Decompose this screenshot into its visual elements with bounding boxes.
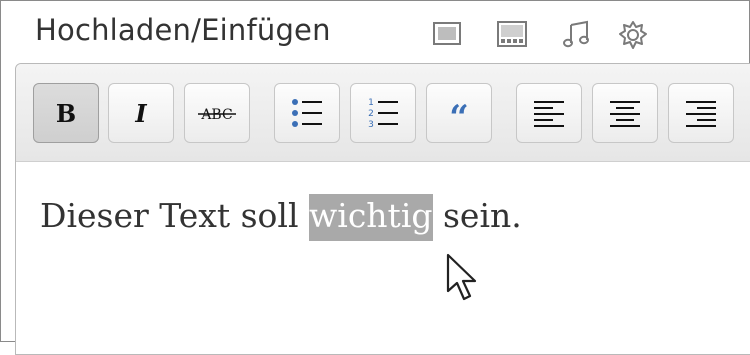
mouse-pointer-icon [446,253,477,301]
visual-editor: B I ABC 1 2 3 “ Dieser Text soll wichtig… [15,63,750,355]
media-icon[interactable] [617,19,647,49]
align-left-button[interactable] [516,83,582,143]
upload-insert-label: Hochladen/Einfügen [35,13,331,47]
audio-icon[interactable] [561,19,591,49]
blockquote-button[interactable]: “ [426,83,492,143]
align-right-button[interactable] [668,83,734,143]
upload-insert-bar: Hochladen/Einfügen [1,1,749,63]
bullet-list-icon [292,99,322,127]
strikethrough-icon: ABC [198,107,236,123]
svg-text:“: “ [449,98,469,131]
video-icon[interactable] [496,19,527,49]
italic-button[interactable]: I [108,83,174,143]
numbered-list-button[interactable]: 1 2 3 [350,83,416,143]
editor-text-before: Dieser Text soll [40,196,310,235]
italic-icon: I [134,99,147,128]
align-left-icon [534,101,564,127]
formatting-toolbar: B I ABC 1 2 3 “ [16,64,750,162]
numbered-list-icon: 1 2 3 [368,98,398,130]
svg-text:1: 1 [368,98,374,108]
align-center-icon [610,101,640,127]
image-icon[interactable] [432,19,462,49]
svg-text:3: 3 [368,120,374,130]
bold-icon: B [56,99,76,128]
align-center-button[interactable] [592,83,658,143]
align-right-icon [686,101,716,127]
quote-icon: “ [449,98,469,131]
svg-text:I: I [134,99,147,128]
svg-text:2: 2 [368,109,374,119]
editor-window: Hochladen/Einfügen B I ABC 1 2 3 “ Diese… [0,0,750,355]
svg-text:B: B [56,99,76,128]
selected-text[interactable]: wichtig [309,194,433,241]
editor-text-after: sein. [432,196,522,235]
editor-content[interactable]: Dieser Text soll wichtig sein. [40,194,522,241]
svg-text:ABC: ABC [200,107,232,123]
bullet-list-button[interactable] [274,83,340,143]
bold-button[interactable]: B [33,83,99,143]
strikethrough-button[interactable]: ABC [184,83,250,143]
